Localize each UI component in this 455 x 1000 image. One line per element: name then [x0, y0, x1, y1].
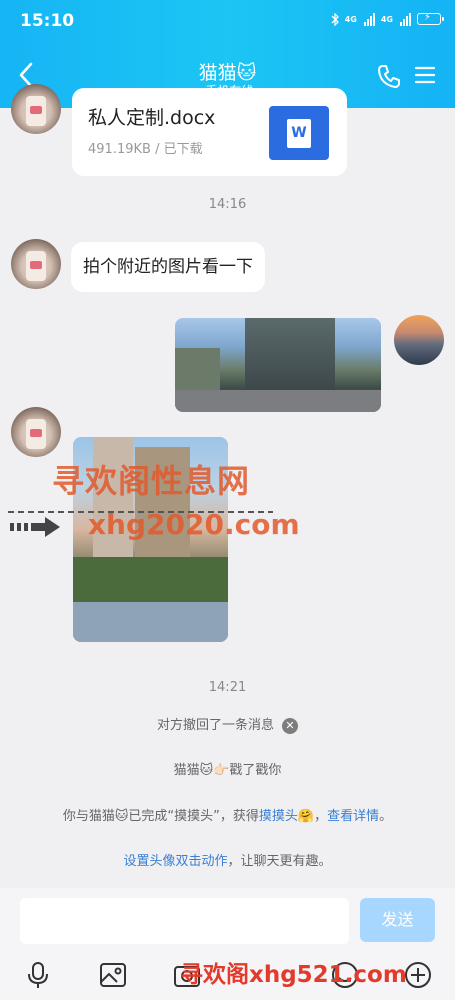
word-document-icon: W — [269, 106, 329, 160]
time-divider: 14:21 — [208, 680, 247, 695]
setting-notice: 设置头像双击动作，让聊天更有趣。 — [0, 850, 455, 869]
my-avatar[interactable] — [394, 315, 444, 365]
phone-icon[interactable] — [376, 63, 402, 89]
message-bubble[interactable]: 拍个附近的图片看一下 — [71, 242, 265, 292]
status-time: 15:10 — [20, 11, 75, 31]
microphone-icon[interactable] — [23, 960, 53, 990]
sent-photo[interactable] — [175, 318, 381, 412]
avatar-action-setting-link[interactable]: 设置头像双击动作 — [123, 854, 227, 869]
time-divider: 14:16 — [208, 197, 247, 212]
poke-notice: 猫猫🐱👉🏻戳了戳你 — [173, 763, 282, 778]
signal-icon-1 — [363, 12, 375, 26]
signal-icon-2 — [400, 12, 411, 26]
network-label-2: 4G — [380, 14, 393, 24]
setting-suffix: ，让聊天更有趣。 — [227, 854, 332, 869]
contact-avatar[interactable] — [11, 407, 61, 457]
image-icon[interactable] — [98, 960, 128, 990]
battery-icon: ⚡ — [417, 12, 444, 25]
menu-icon[interactable] — [414, 64, 436, 86]
watermark-text: 寻欢阁性息网 — [52, 462, 251, 500]
file-meta: 491.19KB / 已下载 — [88, 142, 203, 157]
recall-text: 对方撤回了一条消息 — [156, 718, 274, 733]
achievement-text: 你与猫猫🐱已完成“摸摸头”，获得 — [62, 809, 259, 824]
achievement-link[interactable]: 摸摸头 — [259, 809, 298, 824]
plus-icon[interactable] — [403, 960, 433, 990]
achievement-end: 。 — [379, 809, 393, 824]
message-input[interactable] — [20, 898, 349, 944]
recall-notice: 对方撤回了一条消息 ✕ — [0, 714, 455, 734]
contact-avatar[interactable] — [11, 239, 61, 289]
achievement-separator: 🤗， — [297, 809, 328, 824]
achievement-notice: 你与猫猫🐱已完成“摸摸头”，获得摸摸头🤗，查看详情。 — [0, 805, 455, 824]
watermark-url: xhg2020.com — [88, 508, 300, 541]
bluetooth-icon — [331, 12, 339, 26]
status-icons: 4G 4G ⚡ — [331, 12, 444, 26]
view-details-link[interactable]: 查看详情 — [327, 809, 379, 824]
contact-avatar[interactable] — [11, 84, 61, 134]
file-name: 私人定制.docx — [88, 107, 216, 129]
network-label-1: 4G — [344, 14, 357, 24]
send-button[interactable]: 发送 — [360, 898, 435, 942]
watermark-footer: 寻欢阁xhg521.com — [180, 962, 407, 988]
close-icon[interactable]: ✕ — [282, 717, 298, 734]
file-message[interactable]: 私人定制.docx 491.19KB / 已下载 W — [72, 88, 347, 176]
arrow-icon — [10, 517, 60, 537]
